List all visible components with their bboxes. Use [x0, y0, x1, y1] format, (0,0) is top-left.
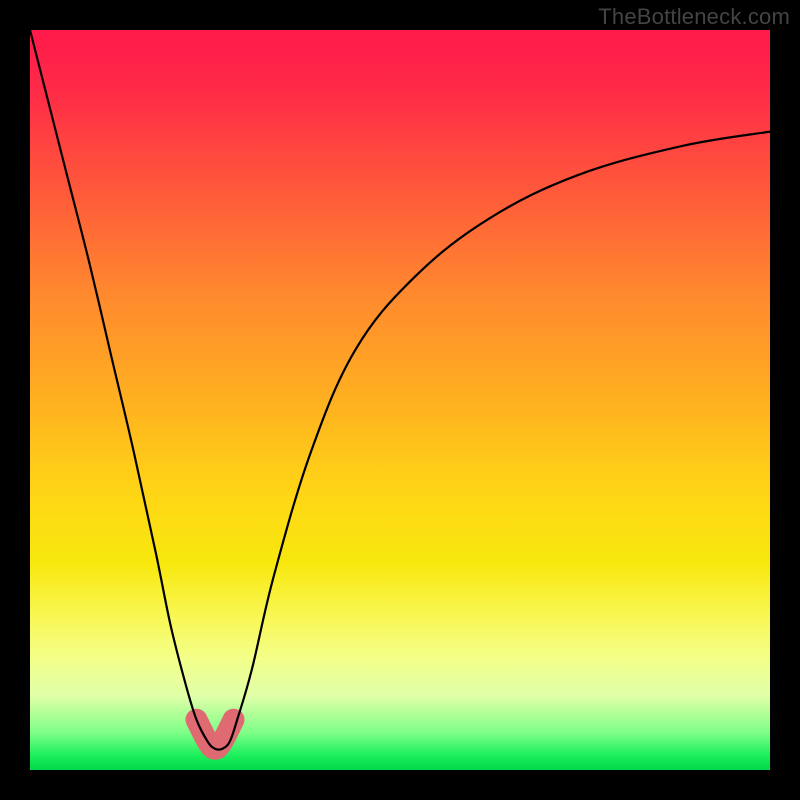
bottleneck-curve-path: [30, 30, 770, 750]
attribution-text: TheBottleneck.com: [598, 4, 790, 30]
chart-svg: [30, 30, 770, 770]
chart-plot-area: [30, 30, 770, 770]
minimum-marker-path: [197, 720, 234, 749]
chart-container: TheBottleneck.com: [0, 0, 800, 800]
